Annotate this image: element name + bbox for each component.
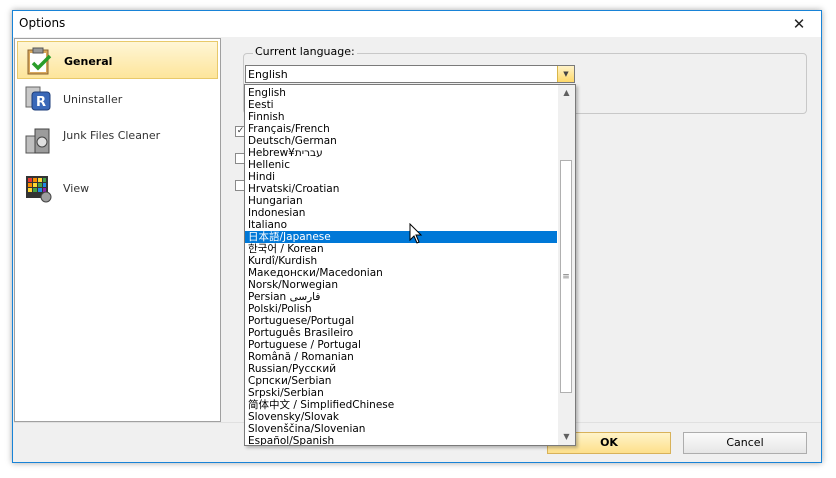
title-bar: Options ✕ [13,11,821,37]
sidebar-item-general[interactable]: General [17,41,218,79]
language-option[interactable]: Portuguese / Portugal [245,339,557,351]
language-option[interactable]: Italiano [245,219,557,231]
sidebar: General R Uninstaller Junk Files Cleaner [14,38,221,422]
sidebar-item-uninstaller[interactable]: R Uninstaller [17,80,218,118]
language-option[interactable]: Deutsch/German [245,135,557,147]
sidebar-item-junk-files-cleaner[interactable]: Junk Files Cleaner [17,122,218,166]
scroll-up-icon[interactable]: ▲ [558,85,575,101]
clipboard-check-icon [27,47,52,75]
uninstaller-icon: R [25,86,51,111]
sidebar-item-label: View [63,182,90,195]
scroll-down-icon[interactable]: ▼ [558,429,575,445]
dropdown-scrollbar[interactable]: ▲ ≡ ▼ [558,85,575,445]
language-option[interactable]: Español/Spanish [245,435,557,445]
view-palette-icon [26,176,52,203]
sidebar-item-label: Uninstaller [63,93,123,106]
language-option[interactable]: Français/French [245,123,557,135]
cancel-button[interactable]: Cancel [683,432,807,454]
language-option[interactable]: Hindi [245,171,557,183]
language-option[interactable]: Norsk/Norwegian [245,279,557,291]
language-dropdown-list[interactable]: English Eesti Finnish Français/French Deutsc… [244,84,576,446]
sidebar-item-view[interactable]: View [17,169,218,207]
language-group-label: Current language: [253,45,357,58]
language-option[interactable]: 日本語/Japanese [245,231,557,243]
language-option[interactable]: Português Brasileiro [245,327,557,339]
sidebar-item-label: Junk Files Cleaner [63,129,161,142]
language-option[interactable]: Finnish [245,111,557,123]
language-option[interactable]: Eesti [245,99,557,111]
language-combobox[interactable]: English ▼ [245,65,575,83]
language-options: English Eesti Finnish Français/French Deutsc… [245,87,557,445]
sidebar-item-label: General [64,55,113,68]
language-option[interactable]: Română / Romanian [245,351,557,363]
close-icon: ✕ [792,15,806,33]
mouse-pointer-icon [409,223,423,244]
language-option[interactable]: 한국어 / Korean [245,243,557,255]
junk-files-icon [25,128,50,154]
language-option[interactable]: Portuguese/Portugal [245,315,557,327]
language-option[interactable]: Slovensky/Slovak [245,411,557,423]
language-option[interactable]: Hebrew¥עברית [245,147,557,159]
language-option[interactable]: 简体中文 / SimplifiedChinese [245,399,557,411]
language-combobox-value: English [248,68,288,81]
language-option[interactable]: Hrvatski/Croatian [245,183,557,195]
language-option[interactable]: Russian/Русский [245,363,557,375]
language-option[interactable]: Hellenic [245,159,557,171]
language-option[interactable]: Hungarian [245,195,557,207]
svg-text:R: R [36,95,46,110]
language-option[interactable]: English [245,87,557,99]
language-option[interactable]: Српски/Serbian [245,375,557,387]
chevron-down-icon[interactable]: ▼ [557,66,574,82]
language-option[interactable]: Македонски/Macedonian [245,267,557,279]
scrollbar-thumb[interactable]: ≡ [560,160,572,393]
language-option[interactable]: Indonesian [245,207,557,219]
close-button[interactable]: ✕ [777,11,821,37]
language-option[interactable]: Polski/Polish [245,303,557,315]
language-option[interactable]: Srpski/Serbian [245,387,557,399]
language-option[interactable]: Persian فارسی [245,291,557,303]
window-title: Options [19,16,66,30]
language-option[interactable]: Slovenščina/Slovenian [245,423,557,435]
language-option[interactable]: Kurdî/Kurdish [245,255,557,267]
